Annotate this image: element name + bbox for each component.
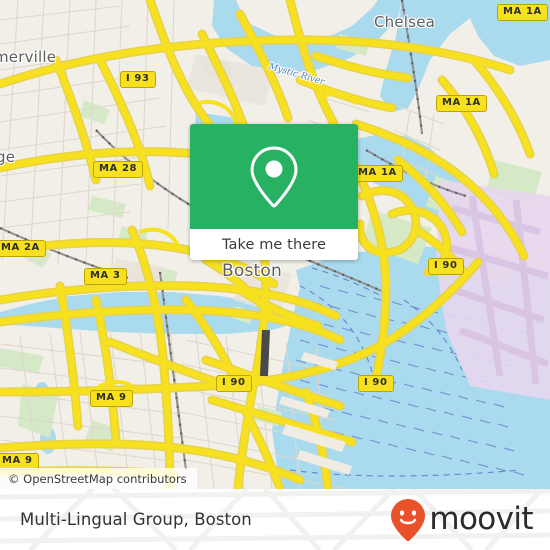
map-canvas[interactable]: Chelsea merville ge Boston Mystic River … [0, 0, 550, 489]
take-me-there-label: Take me there [221, 236, 327, 253]
moovit-smiley-pin-icon [391, 498, 426, 541]
take-me-there-button[interactable]: Take me there [190, 229, 358, 260]
footer-bar: Multi-Lingual Group, Boston moovit [0, 489, 550, 550]
moovit-logo[interactable]: moovit [390, 489, 534, 550]
moovit-wordmark: moovit [429, 501, 533, 537]
map-attribution[interactable]: © OpenStreetMap contributors [0, 468, 197, 489]
place-title: Multi-Lingual Group, Boston [20, 510, 252, 529]
map-pin-icon [250, 146, 298, 208]
place-callout-card[interactable]: Take me there [190, 124, 358, 260]
attribution-text: © OpenStreetMap contributors [8, 471, 187, 486]
place-card-header [190, 124, 358, 229]
moovit-place-screenshot: Chelsea merville ge Boston Mystic River … [0, 0, 550, 550]
